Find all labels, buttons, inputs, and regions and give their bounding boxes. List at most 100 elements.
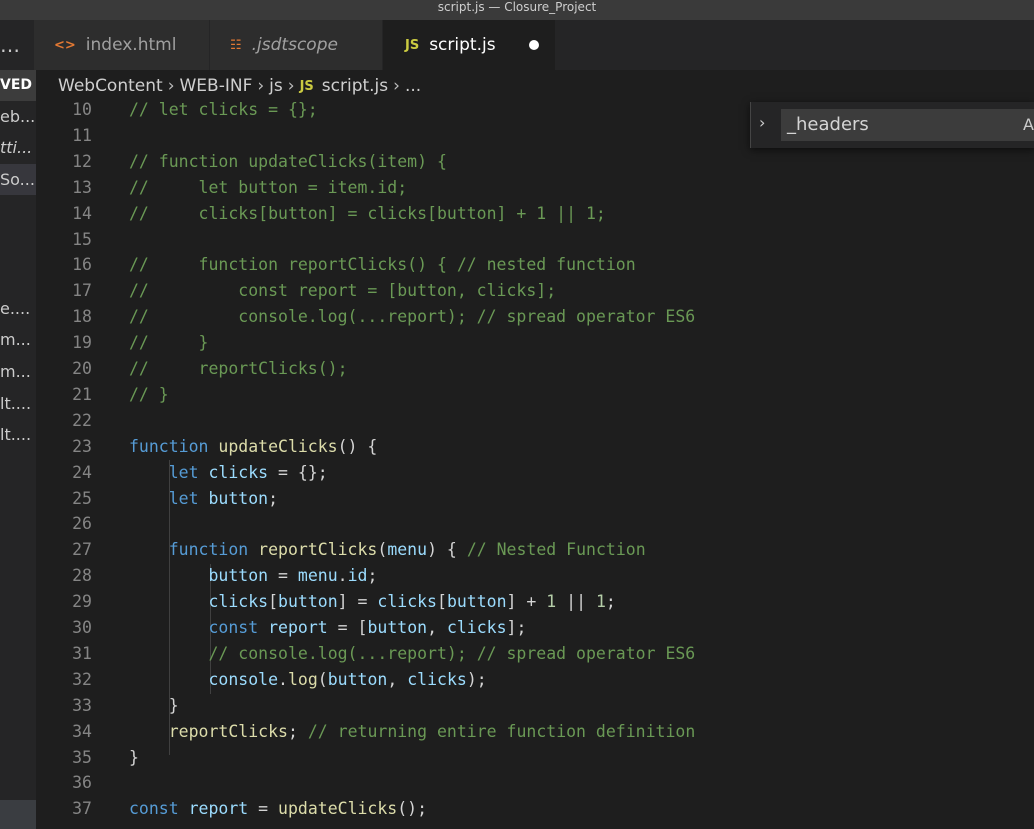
code-token: // }	[129, 333, 209, 353]
code-line[interactable]: 25 let button;	[36, 486, 1034, 512]
code-token: ,	[387, 669, 408, 689]
code-editor[interactable]: 10// let clicks = {}; 11 12// function upd…	[36, 102, 1034, 829]
code-line[interactable]: 23 function updateClicks() {	[36, 434, 1034, 460]
html-file-icon: <>	[54, 37, 76, 53]
code-token: function	[129, 436, 219, 456]
more-actions-icon[interactable]: …	[0, 20, 34, 70]
code-token: // console.log(...report); // spread ope…	[129, 307, 696, 327]
breadcrumb-item[interactable]: WEB-INF	[180, 76, 253, 96]
code-line[interactable]: 35}	[36, 745, 1034, 771]
sidebar-item[interactable]: m...	[0, 324, 36, 355]
code-line[interactable]: 20 // reportClicks();	[36, 356, 1034, 382]
line-number: 35	[72, 747, 92, 767]
line-number: 17	[72, 281, 92, 301]
code-line[interactable]: 28 button = menu.id;	[36, 563, 1034, 589]
tab-label: index.html	[85, 35, 177, 55]
chevron-right-icon[interactable]: ›	[759, 113, 765, 132]
code-text: let clicks = {};	[129, 460, 328, 486]
tab-label: .jsdtscope	[251, 35, 338, 55]
sidebar-item[interactable]: lt....	[0, 388, 36, 419]
code-token: =	[268, 566, 298, 586]
code-text: button = menu.id;	[129, 563, 377, 589]
code-token: );	[466, 669, 487, 689]
tab-label: script.js	[429, 35, 496, 55]
code-token: let	[168, 488, 209, 508]
code-line[interactable]: 32 console.log(button, clicks);	[36, 667, 1034, 693]
code-text: const report = updateClicks();	[129, 796, 427, 822]
sidebar-item[interactable]: tti...	[0, 132, 36, 163]
code-token: =	[248, 799, 279, 819]
code-token: (	[377, 540, 388, 560]
code-line[interactable]: 16 // function reportClicks() { // nested…	[36, 252, 1034, 278]
code-line[interactable]: 26	[36, 511, 1034, 537]
code-line[interactable]: 33 }	[36, 693, 1034, 719]
breadcrumb-item[interactable]: js	[269, 76, 283, 96]
tab-script-js[interactable]: JS script.js	[383, 20, 555, 70]
breadcrumb-item[interactable]: WebContent	[58, 76, 163, 96]
code-text: // console.log(...report); // spread ope…	[129, 304, 695, 330]
line-number: 28	[72, 566, 92, 586]
code-line[interactable]: 30 const report = [button, clicks];	[36, 615, 1034, 641]
line-number: 33	[72, 695, 92, 715]
code-token: button	[446, 592, 507, 612]
code-token: = [	[327, 618, 368, 637]
breadcrumb-item[interactable]: script.js	[322, 76, 388, 96]
code-token: ;	[367, 566, 378, 586]
sidebar-item[interactable]: eb...	[0, 101, 36, 132]
code-text: function reportClicks(menu) { // Nested …	[129, 537, 646, 563]
code-text: clicks[button] = clicks[button] + 1 || 1…	[129, 589, 615, 615]
match-case-icon[interactable]: A	[1023, 109, 1034, 141]
code-token: clicks	[208, 592, 269, 612]
code-token: report	[188, 799, 249, 819]
code-token: // reportClicks();	[129, 359, 348, 378]
code-text: // let button = item.id;	[129, 175, 407, 201]
code-token: ] +	[506, 592, 547, 612]
code-line[interactable]: 37 const report = updateClicks();	[36, 796, 1034, 822]
code-line[interactable]: 34 reportClicks; // returning entire fun…	[36, 719, 1034, 745]
code-text: // }	[129, 382, 169, 408]
sidebar-item[interactable]: e....	[0, 293, 36, 324]
code-token: ();	[397, 799, 428, 819]
code-line[interactable]: 21 // }	[36, 382, 1034, 408]
code-line[interactable]: 12 // function updateClicks(item) {	[36, 149, 1034, 175]
code-line[interactable]: 36	[36, 770, 1034, 796]
code-token: menu	[387, 540, 428, 560]
sidebar-item[interactable]: lt....	[0, 419, 36, 450]
code-line[interactable]: 19 // }	[36, 330, 1034, 356]
code-line[interactable]: 17 // const report = [button, clicks];	[36, 278, 1034, 304]
unsaved-dot-icon[interactable]	[529, 40, 539, 50]
breadcrumb-item[interactable]: ...	[405, 76, 421, 96]
code-text: const report = [button, clicks];	[129, 615, 526, 641]
code-token: updateClicks	[278, 799, 398, 819]
line-number: 26	[72, 514, 92, 534]
tab-jsdtscope[interactable]: ☷ .jsdtscope	[210, 20, 383, 70]
tab-index-html[interactable]: <> index.html	[34, 20, 210, 70]
code-line[interactable]: 22	[36, 408, 1034, 434]
line-number: 14	[72, 203, 92, 223]
code-line[interactable]: 14 // clicks[button] = clicks[button] + 1…	[36, 201, 1034, 227]
code-line[interactable]: 31 // console.log(...report); // spread …	[36, 641, 1034, 667]
code-line[interactable]: 24 let clicks = {};	[36, 460, 1034, 486]
code-token: 1	[595, 592, 606, 612]
code-token: // function updateClicks(item) {	[129, 151, 447, 171]
sidebar-section-header[interactable]: VED	[0, 70, 36, 101]
code-line[interactable]: 15	[36, 227, 1034, 253]
line-number: 23	[72, 436, 92, 456]
code-line[interactable]: 13 // let button = item.id;	[36, 175, 1034, 201]
code-line[interactable]: 29 clicks[button] = clicks[button] + 1 |…	[36, 589, 1034, 615]
code-line[interactable]: 27 function reportClicks(menu) { // Nest…	[36, 537, 1034, 563]
sidebar-item-selected[interactable]: So...	[0, 164, 36, 195]
code-token: clicks	[446, 618, 507, 637]
code-text: // clicks[button] = clicks[button] + 1 |…	[129, 201, 606, 227]
line-number: 13	[72, 177, 92, 197]
sidebar-item[interactable]: m...	[0, 356, 36, 387]
code-token: ) {	[427, 540, 467, 560]
code-token: // const report = [button, clicks];	[129, 281, 557, 301]
chevron-right-icon: ›	[393, 76, 400, 96]
line-number: 20	[72, 359, 92, 378]
code-token: // returning entire function definition	[307, 721, 696, 741]
code-line[interactable]: 18 // console.log(...report); // spread o…	[36, 304, 1034, 330]
find-input[interactable]: _headers	[781, 109, 1034, 141]
line-number: 18	[72, 307, 92, 327]
